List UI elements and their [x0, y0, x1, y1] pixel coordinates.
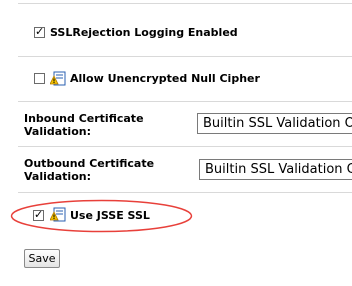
- separator-2: [18, 101, 352, 102]
- separator-1: [18, 56, 352, 57]
- use-jsse-ssl-checkbox[interactable]: ✓: [33, 208, 44, 221]
- allow-null-cipher-checkbox[interactable]: [34, 73, 45, 84]
- ssl-rejection-logging-checkbox[interactable]: ✓: [34, 25, 45, 38]
- checkmark-icon: ✓: [34, 208, 44, 221]
- inbound-validation-select[interactable]: Builtin SSL Validation Onl: [197, 113, 352, 134]
- allow-null-cipher-label: Allow Unencrypted Null Cipher: [70, 72, 260, 85]
- ssl-rejection-logging-label: SSLRejection Logging Enabled: [50, 26, 238, 39]
- warning-config-icon: [50, 71, 66, 86]
- use-jsse-ssl-label: Use JSSE SSL: [70, 209, 150, 222]
- outbound-validation-label-line1: Outbound Certificate: [24, 157, 155, 170]
- separator-3: [18, 146, 352, 147]
- checkmark-icon: ✓: [35, 25, 45, 38]
- save-button[interactable]: Save: [24, 249, 60, 268]
- inbound-validation-label-line2: Validation:: [24, 125, 91, 138]
- separator-top: [18, 3, 352, 4]
- outbound-validation-label-line2: Validation:: [24, 170, 91, 183]
- separator-4: [18, 192, 352, 193]
- inbound-validation-label-line1: Inbound Certificate: [24, 112, 144, 125]
- outbound-validation-select[interactable]: Builtin SSL Validation Onl: [199, 159, 352, 180]
- warning-config-icon: [50, 207, 66, 222]
